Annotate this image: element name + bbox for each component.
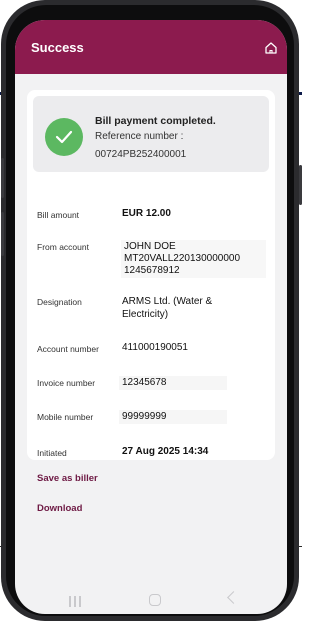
receipt-card: Bill payment completed. Reference number… <box>27 90 275 460</box>
download-link[interactable]: Download <box>37 503 82 514</box>
save-as-biller-link[interactable]: Save as biller <box>37 473 98 484</box>
volume-button <box>1 212 4 256</box>
page-title: Success <box>31 40 84 55</box>
designation-label: Designation <box>37 297 82 307</box>
designation-line: ARMS Ltd. (Water & <box>122 296 213 307</box>
designation-value: ARMS Ltd. (Water & Electricity) <box>122 295 212 321</box>
mobile-number-label: Mobile number <box>37 412 94 422</box>
account-holder: JOHN DOE <box>124 241 176 252</box>
invoice-number-label: Invoice number <box>37 378 96 388</box>
power-button <box>299 165 302 205</box>
invoice-number-value: 12345678 <box>119 376 227 390</box>
check-icon <box>45 118 83 156</box>
initiated-label: Initiated <box>37 448 67 458</box>
account-number-line: 1245678912 <box>124 265 180 276</box>
status-banner: Bill payment completed. Reference number… <box>33 96 269 172</box>
status-message: Bill payment completed. <box>95 115 216 127</box>
bill-amount-value: EUR 12.00 <box>122 208 171 219</box>
phone-frame: Success Bill payment completed. Referenc… <box>1 0 302 621</box>
account-number-label: Account number <box>37 344 99 354</box>
app-screen: Success Bill payment completed. Referenc… <box>15 20 287 614</box>
designation-line: Electricity) <box>122 309 169 320</box>
reference-label: Reference number : <box>95 131 184 142</box>
system-nav-bar <box>15 586 287 614</box>
back-icon[interactable] <box>227 591 240 604</box>
nav-home-icon[interactable] <box>149 594 161 606</box>
from-account-value: JOHN DOE MT20VALL220130000000 1245678912 <box>121 240 266 278</box>
bill-amount-label: Bill amount <box>37 210 80 220</box>
initiated-value: 27 Aug 2025 14:34 <box>122 446 209 457</box>
volume-button <box>1 158 4 198</box>
mobile-number-value: 99999999 <box>119 410 227 424</box>
recent-apps-icon[interactable] <box>69 596 81 607</box>
reference-value: 00724PB252400001 <box>95 149 187 160</box>
account-iban: MT20VALL220130000000 <box>124 253 241 264</box>
account-number-value: 411000190051 <box>122 342 188 353</box>
app-header: Success <box>15 20 287 74</box>
home-icon[interactable] <box>263 40 279 56</box>
from-account-label: From account <box>37 242 89 252</box>
